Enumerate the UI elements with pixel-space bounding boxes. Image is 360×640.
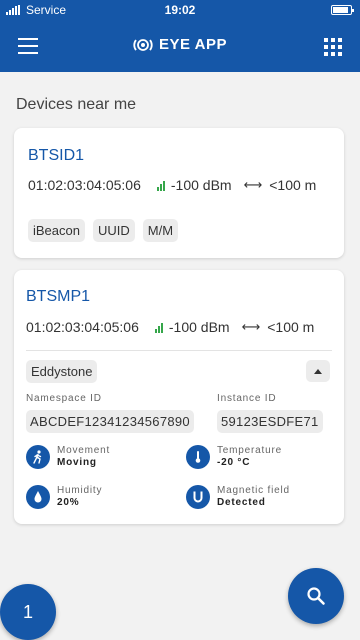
tag-chip: M/M: [142, 219, 179, 242]
namespace-value: ABCDEF12341234567890: [26, 410, 194, 433]
eye-logo-icon: [133, 38, 153, 51]
signal-bars-icon: [154, 322, 163, 333]
search-button[interactable]: [288, 568, 344, 624]
sensor-label: Magnetic field: [217, 485, 290, 496]
frame-type-chip: Eddystone: [26, 360, 98, 383]
battery-fill: [333, 7, 349, 13]
tag-chip: iBeacon: [28, 219, 85, 242]
instance-label: Instance ID: [217, 393, 277, 404]
distance: ⟷ <100 m: [242, 319, 315, 335]
sensor-movement: Movement Moving: [26, 445, 110, 469]
tag-list: iBeacon UUID M/M: [28, 219, 179, 242]
sensor-label: Temperature: [217, 445, 282, 456]
namespace-label: Namespace ID: [26, 393, 102, 404]
rssi-value: -100 dBm: [168, 319, 230, 335]
magnet-icon: [186, 485, 210, 509]
sensor-value: Detected: [217, 497, 266, 508]
app-header: EYE APP: [0, 20, 360, 72]
device-card[interactable]: BTSMP1 01:02:03:04:05:06 -100 dBm ⟷ <100…: [14, 270, 344, 524]
distance-arrows-icon: ⟷: [243, 177, 263, 192]
distance: ⟷ <100 m: [244, 177, 317, 193]
rssi: -100 dBm: [154, 319, 230, 335]
sensor-value: Moving: [57, 457, 97, 468]
collapse-button[interactable]: [306, 360, 330, 382]
battery-icon: [331, 5, 354, 15]
distance-value: <100 m: [269, 177, 317, 193]
signal-bars-icon: [156, 180, 165, 191]
status-bar: Service 19:02: [0, 0, 360, 20]
mac-address: 01:02:03:04:05:06: [28, 177, 141, 193]
distance-arrows-icon: ⟷: [241, 319, 261, 334]
rssi-value: -100 dBm: [170, 177, 232, 193]
tag-chip: UUID: [92, 219, 135, 242]
device-card[interactable]: BTSID1 01:02:03:04:05:06 -100 dBm ⟷ <100…: [14, 128, 344, 258]
divider: [26, 350, 332, 351]
section-title: Devices near me: [16, 96, 137, 113]
water-drop-icon: [26, 485, 50, 509]
device-count-button[interactable]: 1: [0, 584, 56, 640]
sensor-humidity: Humidity 20%: [26, 485, 102, 509]
sensor-label: Humidity: [57, 485, 103, 496]
mac-address: 01:02:03:04:05:06: [26, 319, 139, 335]
app-title: EYE APP: [159, 36, 227, 53]
sensor-temperature: Temperature -20 °C: [186, 445, 282, 469]
thermometer-icon: [186, 445, 210, 469]
sensor-value: -20 °C: [217, 457, 251, 468]
device-info-row: 01:02:03:04:05:06 -100 dBm ⟷ <100 m: [26, 319, 332, 335]
walking-person-icon: [26, 445, 50, 469]
sensor-magnetic: Magnetic field Detected: [186, 485, 290, 509]
status-time: 19:02: [164, 3, 196, 17]
search-icon: [307, 587, 325, 605]
device-name: BTSID1: [28, 147, 85, 164]
sensor-label: Movement: [57, 445, 111, 456]
instance-value: 59123ESDFE71: [217, 410, 323, 433]
distance-value: <100 m: [267, 319, 315, 335]
device-info-row: 01:02:03:04:05:06 -100 dBm ⟷ <100 m: [28, 177, 332, 193]
sensor-value: 20%: [57, 497, 80, 508]
device-name: BTSMP1: [26, 288, 91, 305]
rssi: -100 dBm: [156, 177, 232, 193]
chevron-up-icon: [314, 368, 322, 374]
grid-icon[interactable]: [324, 38, 342, 56]
app-logo: EYE APP: [0, 36, 360, 53]
